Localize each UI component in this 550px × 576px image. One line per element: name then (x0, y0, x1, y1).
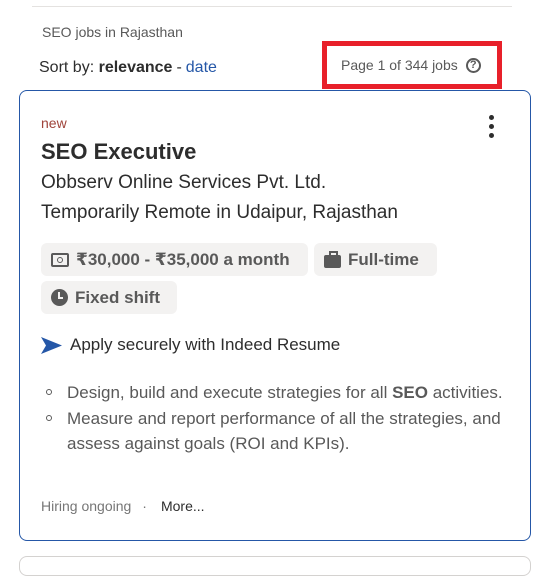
easy-apply-row[interactable]: Apply securely with Indeed Resume (41, 335, 340, 355)
job-title[interactable]: SEO Executive (41, 139, 196, 165)
sort-label: Sort by: (39, 59, 95, 76)
page-count-text: Page 1 of 344 jobs (341, 57, 458, 73)
search-heading: SEO jobs in Rajasthan (42, 24, 183, 40)
job-snippet: Design, build and execute strategies for… (41, 380, 511, 457)
sort-relevance[interactable]: relevance (99, 59, 173, 76)
job-card-footer: Hiring ongoing · More... (41, 498, 205, 514)
shift-chip: Fixed shift (41, 281, 177, 314)
sort-options: Sort by: relevance - date (39, 59, 217, 77)
job-location: Temporarily Remote in Udaipur, Rajasthan (41, 202, 398, 223)
pagination-summary: Page 1 of 344 jobs ? (322, 41, 502, 89)
money-icon (51, 252, 69, 267)
company-name: Obbserv Online Services Pvt. Ltd. (41, 172, 327, 193)
shift-text: Fixed shift (75, 287, 161, 307)
footer-dot: · (142, 498, 147, 514)
job-card[interactable]: new SEO Executive Obbserv Online Service… (19, 90, 531, 541)
more-link[interactable]: More... (161, 498, 205, 514)
next-job-card[interactable] (19, 556, 531, 576)
sort-date-link[interactable]: date (186, 59, 217, 76)
new-badge: new (41, 115, 67, 131)
send-arrow-icon (41, 336, 62, 354)
clock-icon (51, 289, 68, 306)
snippet-item: Design, build and execute strategies for… (41, 380, 511, 405)
job-type-chip: Full-time (314, 243, 437, 276)
briefcase-icon (324, 250, 341, 268)
job-type-text: Full-time (348, 249, 419, 269)
snippet-item: Measure and report performance of all th… (41, 406, 511, 456)
more-options-icon[interactable] (486, 115, 496, 141)
top-divider (32, 6, 512, 7)
question-circle-icon[interactable]: ? (465, 57, 481, 73)
apply-text: Apply securely with Indeed Resume (70, 335, 341, 354)
hiring-status: Hiring ongoing (41, 498, 132, 514)
salary-chip: ₹30,000 - ₹35,000 a month (41, 243, 308, 276)
sort-separator: - (176, 59, 182, 76)
salary-text: ₹30,000 - ₹35,000 a month (76, 249, 290, 269)
